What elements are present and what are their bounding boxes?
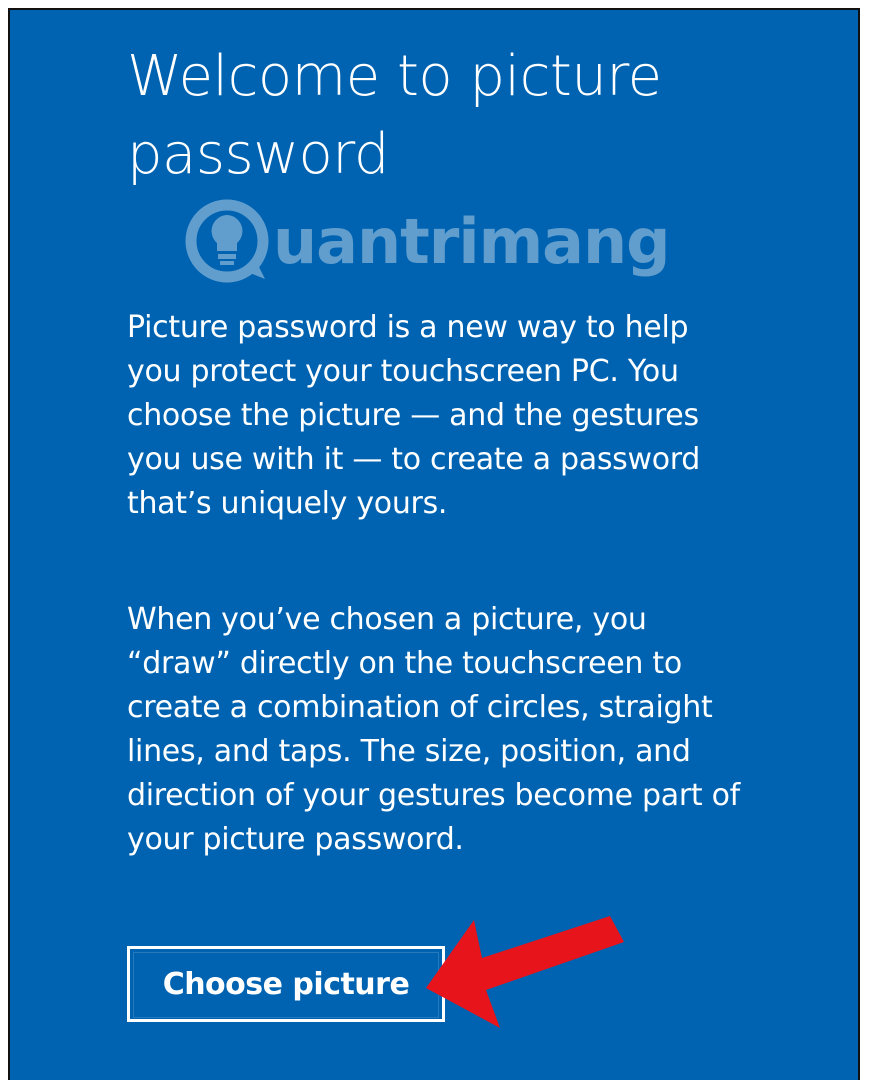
choose-picture-button-label: Choose picture xyxy=(133,952,439,1018)
watermark: uantrimang xyxy=(185,196,671,286)
picture-password-panel: Welcome to picture password uantrimang P… xyxy=(8,8,860,1080)
description-paragraph-2: When you’ve chosen a picture, you “draw”… xyxy=(127,602,740,857)
choose-picture-button[interactable]: Choose picture xyxy=(127,946,445,1022)
page-title: Welcome to picture password xyxy=(127,44,662,187)
watermark-text: uantrimang xyxy=(273,204,671,278)
red-arrow-icon xyxy=(426,916,624,1028)
lightbulb-logo-icon xyxy=(185,199,269,283)
description-paragraph-1: Picture password is a new way to help yo… xyxy=(127,310,701,521)
